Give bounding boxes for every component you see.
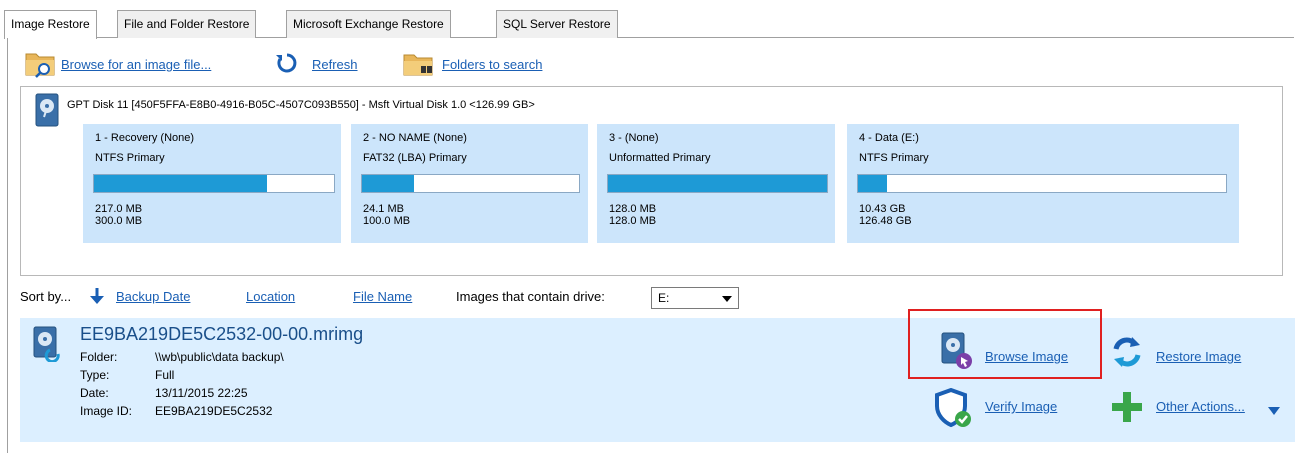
disk-panel: GPT Disk 11 [450F5FFA-E8B0-4916-B05C-450… bbox=[20, 86, 1283, 276]
plus-icon[interactable] bbox=[1110, 390, 1144, 427]
sort-by-label: Sort by... bbox=[20, 289, 72, 304]
partition-4[interactable]: 4 - Data (E:) NTFS Primary 10.43 GB 126.… bbox=[847, 124, 1239, 243]
image-id-row: Image ID: EE9BA219DE5C2532 bbox=[80, 404, 272, 418]
refresh-icon[interactable] bbox=[274, 52, 300, 77]
restore-image-icon[interactable] bbox=[1110, 335, 1144, 372]
partition-usage-bar bbox=[607, 174, 828, 193]
highlight-box bbox=[908, 309, 1102, 379]
date-key: Date: bbox=[80, 386, 109, 400]
sort-location-link[interactable]: Location bbox=[246, 289, 295, 304]
sort-down-arrow-icon[interactable] bbox=[89, 287, 105, 308]
partition-3[interactable]: 3 - (None) Unformatted Primary 128.0 MB … bbox=[597, 124, 835, 243]
type-value: Full bbox=[155, 368, 175, 382]
partition-total: 128.0 MB bbox=[609, 215, 657, 227]
chevron-down-icon[interactable] bbox=[1268, 404, 1280, 418]
partition-usage-fill bbox=[94, 175, 267, 192]
partition-name: 4 - Data (E:) bbox=[859, 132, 919, 144]
verify-image-link[interactable]: Verify Image bbox=[985, 399, 1057, 414]
tab-image-restore[interactable]: Image Restore bbox=[4, 10, 97, 39]
panel-border bbox=[7, 38, 8, 453]
tab-file-folder-restore[interactable]: File and Folder Restore bbox=[117, 10, 257, 38]
image-filename: EE9BA219DE5C2532-00-00.mrimg bbox=[80, 324, 364, 344]
chevron-down-icon bbox=[722, 296, 732, 302]
tab-bar: Image Restore File and Folder Restore Mi… bbox=[4, 10, 1294, 39]
partition-total: 300.0 MB bbox=[95, 215, 143, 227]
partition-used: 128.0 MB bbox=[609, 203, 657, 215]
partition-used: 217.0 MB bbox=[95, 203, 143, 215]
image-id-value: EE9BA219DE5C2532 bbox=[155, 404, 273, 418]
tab-exchange-restore[interactable]: Microsoft Exchange Restore bbox=[286, 10, 451, 38]
type-row: Type: Full bbox=[80, 368, 174, 382]
date-row: Date: 13/11/2015 22:25 bbox=[80, 386, 248, 400]
disk-icon bbox=[35, 93, 59, 130]
partition-name: 1 - Recovery (None) bbox=[95, 132, 195, 144]
partition-1[interactable]: 1 - Recovery (None) NTFS Primary 217.0 M… bbox=[83, 124, 341, 243]
partition-usage-fill bbox=[608, 175, 827, 192]
partition-usage-bar bbox=[361, 174, 580, 193]
partition-used: 10.43 GB bbox=[859, 203, 906, 215]
folder-row: Folder: \\wb\public\data backup\ bbox=[80, 350, 284, 364]
partition-name: 3 - (None) bbox=[609, 132, 659, 144]
partition-total: 100.0 MB bbox=[363, 215, 411, 227]
partition-type: NTFS Primary bbox=[95, 152, 165, 164]
tab-sql-restore[interactable]: SQL Server Restore bbox=[496, 10, 618, 38]
sort-backup-date-link[interactable]: Backup Date bbox=[116, 289, 190, 304]
partition-name: 2 - NO NAME (None) bbox=[363, 132, 467, 144]
refresh-link[interactable]: Refresh bbox=[312, 57, 358, 72]
folder-key: Folder: bbox=[80, 350, 118, 364]
partition-usage-fill bbox=[858, 175, 888, 192]
partition-used: 24.1 MB bbox=[363, 203, 404, 215]
type-key: Type: bbox=[80, 368, 110, 382]
drive-filter-label: Images that contain drive: bbox=[456, 289, 605, 304]
folder-value: \\wb\public\data backup\ bbox=[155, 350, 284, 364]
image-id-key: Image ID: bbox=[80, 404, 133, 418]
sort-file-name-link[interactable]: File Name bbox=[353, 289, 412, 304]
partition-type: Unformatted Primary bbox=[609, 152, 711, 164]
folders-to-search-link[interactable]: Folders to search bbox=[442, 57, 542, 72]
image-list-item[interactable]: EE9BA219DE5C2532-00-00.mrimg Folder: \\wb… bbox=[20, 318, 1295, 442]
partition-usage-bar bbox=[93, 174, 335, 193]
image-file-icon bbox=[32, 326, 62, 365]
restore-image-link[interactable]: Restore Image bbox=[1156, 349, 1241, 364]
drive-filter-value: E: bbox=[658, 291, 670, 305]
verify-image-icon[interactable] bbox=[934, 387, 972, 431]
disk-title: GPT Disk 11 [450F5FFA-E8B0-4916-B05C-450… bbox=[67, 99, 535, 111]
partition-2[interactable]: 2 - NO NAME (None) FAT32 (LBA) Primary 2… bbox=[351, 124, 588, 243]
browse-folder-icon[interactable] bbox=[24, 48, 58, 81]
partition-type: NTFS Primary bbox=[859, 152, 929, 164]
drive-filter-select[interactable]: E: bbox=[651, 287, 739, 309]
other-actions-link[interactable]: Other Actions... bbox=[1156, 399, 1245, 414]
partition-type: FAT32 (LBA) Primary bbox=[363, 152, 467, 164]
partition-total: 126.48 GB bbox=[859, 215, 912, 227]
browse-image-file-link[interactable]: Browse for an image file... bbox=[61, 57, 211, 72]
partition-usage-fill bbox=[362, 175, 415, 192]
folders-search-icon[interactable] bbox=[402, 50, 436, 81]
date-value: 13/11/2015 22:25 bbox=[155, 386, 248, 400]
partition-usage-bar bbox=[857, 174, 1227, 193]
